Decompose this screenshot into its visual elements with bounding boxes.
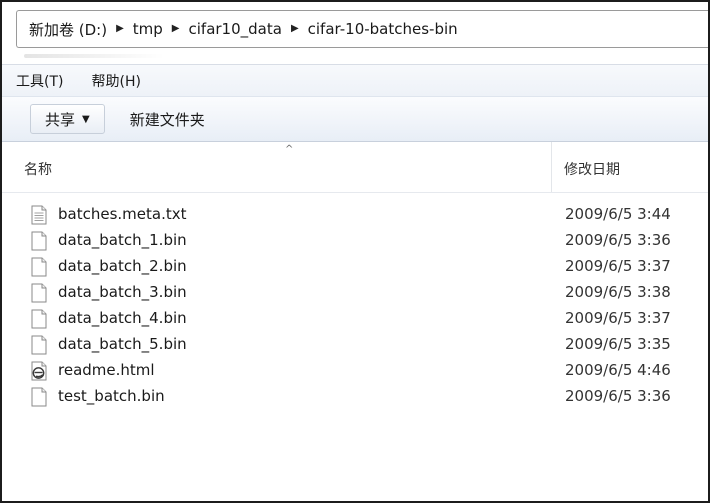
breadcrumb-cifar10-data[interactable]: cifar10_data [189,20,282,38]
breadcrumb-separator-icon[interactable]: ▶ [116,23,124,34]
file-name: data_batch_2.bin [58,257,187,275]
file-list: batches.meta.txt 2009/6/5 3:44 data_batc… [2,202,708,410]
column-header: 名称 ^ 修改日期 [2,142,708,193]
breadcrumb-cifar-10-batches-bin[interactable]: cifar-10-batches-bin [308,20,458,38]
file-name: readme.html [58,361,155,379]
column-name-header[interactable]: 名称 [24,159,52,179]
breadcrumb-drive[interactable]: 新加卷 (D:) [29,19,107,40]
file-name: batches.meta.txt [58,205,187,223]
file-date: 2009/6/5 3:36 [565,387,671,405]
file-name: data_batch_1.bin [58,231,187,249]
file-row[interactable]: data_batch_1.bin 2009/6/5 3:36 [2,228,708,254]
file-date: 2009/6/5 3:37 [565,309,671,327]
menu-help[interactable]: 帮助(H) [91,71,140,91]
file-date: 2009/6/5 3:38 [565,283,671,301]
file-icon [31,387,47,407]
file-row[interactable]: data_batch_3.bin 2009/6/5 3:38 [2,280,708,306]
breadcrumb-separator-icon[interactable]: ▶ [172,23,180,34]
file-row[interactable]: test_batch.bin 2009/6/5 3:36 [2,384,708,410]
breadcrumb-tmp[interactable]: tmp [133,20,163,38]
column-date-header[interactable]: 修改日期 [564,159,620,179]
share-label: 共享 [45,110,76,129]
blurred-line [24,54,164,58]
file-row[interactable]: data_batch_2.bin 2009/6/5 3:37 [2,254,708,280]
share-button[interactable]: 共享 ▼ [30,104,105,134]
file-name: test_batch.bin [58,387,165,405]
file-row[interactable]: data_batch_4.bin 2009/6/5 3:37 [2,306,708,332]
new-folder-button[interactable]: 新建文件夹 [115,104,220,134]
file-date: 2009/6/5 3:37 [565,257,671,275]
file-row[interactable]: readme.html 2009/6/5 4:46 [2,358,708,384]
file-row[interactable]: data_batch_5.bin 2009/6/5 3:35 [2,332,708,358]
address-bar[interactable]: 新加卷 (D:) ▶ tmp ▶ cifar10_data ▶ cifar-10… [16,10,708,48]
html-file-icon [31,361,47,381]
new-folder-label: 新建文件夹 [129,110,205,129]
toolbar: 共享 ▼ 新建文件夹 [2,96,708,142]
explorer-window: 新加卷 (D:) ▶ tmp ▶ cifar10_data ▶ cifar-10… [0,0,710,503]
file-row[interactable]: batches.meta.txt 2009/6/5 3:44 [2,202,708,228]
menu-bar: 工具(T) 帮助(H) [2,64,708,96]
text-file-icon [31,205,47,225]
file-date: 2009/6/5 3:36 [565,231,671,249]
dropdown-caret-icon: ▼ [82,113,90,125]
file-icon [31,335,47,355]
file-icon [31,257,47,277]
breadcrumb-separator-icon[interactable]: ▶ [291,23,299,34]
menu-tools[interactable]: 工具(T) [16,71,63,91]
file-date: 2009/6/5 3:44 [565,205,671,223]
file-name: data_batch_5.bin [58,335,187,353]
file-icon [31,309,47,329]
file-icon [31,283,47,303]
column-divider[interactable] [551,142,552,192]
file-date: 2009/6/5 4:46 [565,361,671,379]
file-name: data_batch_4.bin [58,309,187,327]
file-name: data_batch_3.bin [58,283,187,301]
file-date: 2009/6/5 3:35 [565,335,671,353]
sort-ascending-icon: ^ [285,144,294,155]
file-icon [31,231,47,251]
